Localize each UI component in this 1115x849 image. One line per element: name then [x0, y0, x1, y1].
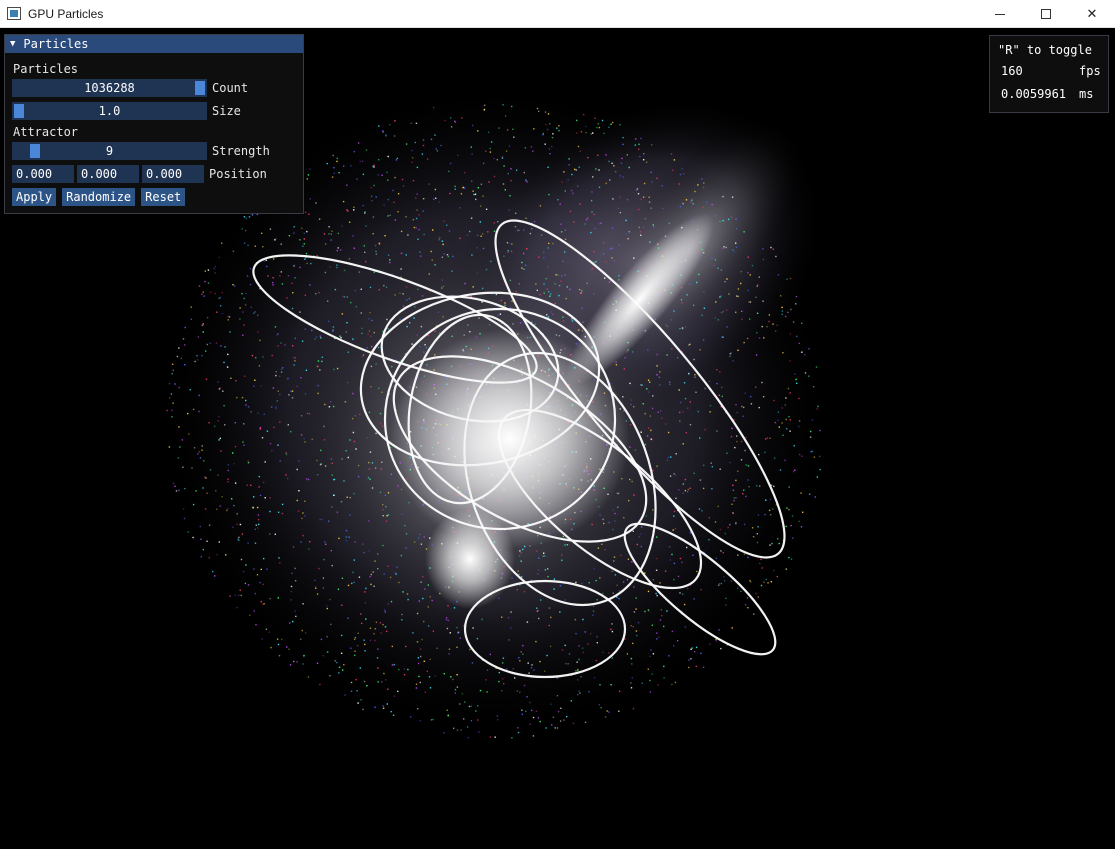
position-y-input[interactable]: 0.000	[77, 165, 139, 183]
panel-title: Particles	[23, 37, 89, 51]
button-row: Apply Randomize Reset	[12, 188, 191, 206]
particles-panel[interactable]: ▼ Particles Particles 1036288 Count 1.0 …	[4, 34, 304, 214]
count-row: 1036288 Count	[12, 79, 248, 97]
strength-value: 9	[105, 144, 114, 158]
frame-time-value: 0.0059961	[1001, 87, 1067, 101]
strength-slider-grab[interactable]	[30, 144, 40, 158]
stats-overlay: "R" to toggle 160 fps 0.0059961 ms	[989, 35, 1109, 113]
size-slider[interactable]: 1.0	[12, 102, 207, 120]
position-label: Position	[209, 167, 267, 181]
position-z-input[interactable]: 0.000	[142, 165, 204, 183]
size-label: Size	[212, 104, 241, 118]
minimize-button[interactable]	[977, 0, 1023, 28]
maximize-icon	[1041, 9, 1051, 19]
section-attractor-label: Attractor	[13, 125, 79, 139]
apply-button[interactable]: Apply	[12, 188, 57, 206]
count-slider[interactable]: 1036288	[12, 79, 207, 97]
maximize-button[interactable]	[1023, 0, 1069, 28]
fps-unit: fps	[1079, 64, 1101, 78]
count-value: 1036288	[84, 81, 135, 95]
position-row: 0.000 0.000 0.000 Position	[12, 165, 267, 183]
close-icon: ✕	[1086, 6, 1098, 22]
strength-row: 9 Strength	[12, 142, 270, 160]
count-label: Count	[212, 81, 249, 95]
section-particles-label: Particles	[13, 62, 79, 76]
toggle-hint: "R" to toggle	[998, 43, 1092, 57]
strength-label: Strength	[212, 144, 270, 158]
window-titlebar[interactable]: GPU Particles ✕	[0, 0, 1115, 28]
app-window-icon	[7, 7, 21, 20]
count-slider-grab[interactable]	[195, 81, 205, 95]
position-x-input[interactable]: 0.000	[12, 165, 74, 183]
size-slider-grab[interactable]	[14, 104, 24, 118]
panel-header[interactable]: ▼ Particles	[5, 35, 303, 53]
close-button[interactable]: ✕	[1069, 0, 1115, 28]
randomize-button[interactable]: Randomize	[62, 188, 136, 206]
reset-button[interactable]: Reset	[141, 188, 186, 206]
strength-slider[interactable]: 9	[12, 142, 207, 160]
size-value: 1.0	[98, 104, 121, 118]
minimize-icon	[995, 13, 1005, 15]
frame-time-unit: ms	[1079, 87, 1094, 101]
fps-value: 160	[1001, 64, 1023, 78]
size-row: 1.0 Size	[12, 102, 241, 120]
window-title: GPU Particles	[28, 7, 104, 21]
collapse-triangle-icon[interactable]: ▼	[10, 39, 15, 49]
